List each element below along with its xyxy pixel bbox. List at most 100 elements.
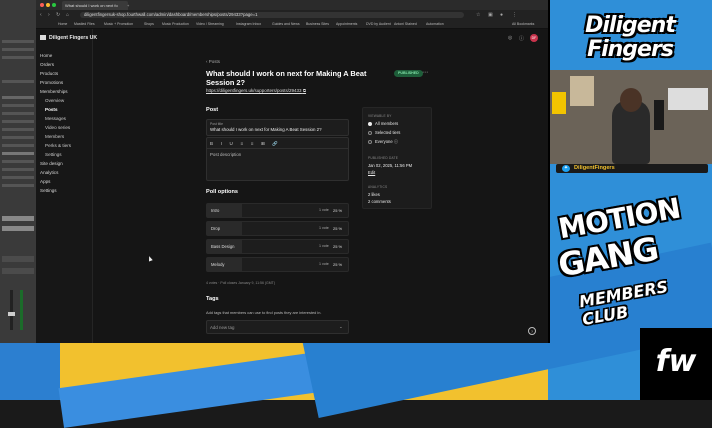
- post-link[interactable]: https://diligentfingers.uk/supporters/po…: [206, 88, 306, 93]
- brand-name: Diligent Fingers UK: [49, 35, 98, 41]
- sidebar-item-video-series[interactable]: Video series: [45, 125, 70, 130]
- view-site-icon[interactable]: ◎: [508, 35, 512, 41]
- bookmark-item[interactable]: Home: [58, 21, 67, 27]
- title-field[interactable]: Post title What should I work on next fo…: [206, 119, 349, 136]
- bookmark-item[interactable]: Shops: [144, 21, 154, 27]
- bookmark-item[interactable]: Antoni Stained: [394, 21, 417, 27]
- sidebar-item-orders[interactable]: Orders: [40, 62, 54, 67]
- sidebar-item-settings[interactable]: Settings: [40, 188, 57, 193]
- tags-input[interactable]: Add new tag ⌄: [206, 320, 349, 334]
- poll-option-label: Intro: [211, 208, 220, 213]
- description-editor[interactable]: B I U ≡ ≡ ⊞ 🔗 Post description: [206, 137, 349, 181]
- daw-track: [2, 160, 34, 163]
- fourthwall-badge: fw: [640, 328, 712, 400]
- back-icon[interactable]: ‹: [40, 12, 42, 18]
- edit-date-link[interactable]: Edit: [368, 170, 375, 175]
- minimize-window-icon[interactable]: [46, 3, 50, 7]
- help-button[interactable]: ?: [528, 327, 536, 335]
- poll-option-label: Melody: [211, 262, 225, 267]
- radio-selected-tiers[interactable]: Selected tiers: [368, 130, 400, 135]
- daw-plugin-slot[interactable]: [2, 226, 34, 231]
- post-link-text: https://diligentfingers.uk/supporters/po…: [206, 88, 302, 93]
- brand[interactable]: Diligent Fingers UK: [40, 35, 97, 41]
- bookmark-star-icon[interactable]: ☆: [476, 12, 480, 18]
- sidebar-item-membership-settings[interactable]: Settings: [45, 152, 62, 157]
- sidebar-item-messages[interactable]: Messages: [45, 116, 66, 121]
- title-field-value: What should I work on next for Making A …: [210, 127, 322, 132]
- radio-label: Selected tiers: [375, 130, 401, 135]
- bookmark-item[interactable]: Video / Streaming: [196, 21, 224, 27]
- url-input[interactable]: diligentfingersuk-shop.fourthwall.com/ad…: [80, 12, 464, 18]
- radio-icon: [368, 130, 372, 135]
- help-circle-icon[interactable]: ⓘ: [519, 35, 524, 42]
- sidebar-item-memberships[interactable]: Memberships: [40, 89, 68, 94]
- daw-fader-track[interactable]: [10, 290, 13, 330]
- reload-icon[interactable]: ↻: [56, 12, 60, 18]
- profile-icon[interactable]: ●: [500, 12, 503, 18]
- published-date-value: Jan 02, 2025, 11:56 PM: [368, 163, 413, 168]
- chevron-down-icon[interactable]: ⌄: [339, 324, 343, 330]
- fw-logo-text: fw: [655, 344, 697, 379]
- forward-icon[interactable]: ›: [48, 12, 50, 18]
- sidebar-item-analytics[interactable]: Analytics: [40, 170, 58, 175]
- flag: [552, 92, 566, 114]
- sidebar-item-promotions[interactable]: Promotions: [40, 80, 63, 85]
- close-window-icon[interactable]: [40, 3, 44, 7]
- maximize-window-icon[interactable]: [52, 3, 56, 7]
- post-section-title: Post: [206, 107, 219, 113]
- bookmark-item[interactable]: DVD by Audient: [366, 21, 391, 27]
- webcam-feed: [550, 70, 712, 164]
- bookmark-item[interactable]: Instagram Inbox: [236, 21, 261, 27]
- radio-label: All members: [375, 121, 399, 126]
- breadcrumb-label: Posts: [208, 59, 221, 64]
- tab-active[interactable]: What should I work on next fo: [62, 1, 128, 10]
- bookmark-item[interactable]: Mastled Files: [74, 21, 95, 27]
- radio-icon: [368, 121, 372, 126]
- bookmark-item[interactable]: Music + Promotion: [104, 21, 133, 27]
- bookmarks-bar: Home Mastled Files Music + Promotion Sho…: [36, 20, 548, 29]
- fourthwall-logo-icon: [40, 35, 46, 41]
- daw-plugin-slot[interactable]: [2, 216, 34, 221]
- extensions-icon[interactable]: ▣: [488, 12, 493, 18]
- sidebar-item-home[interactable]: Home: [40, 53, 52, 58]
- sidebar-item-site-design[interactable]: Site design: [40, 161, 63, 166]
- editor-toolbar[interactable]: B I U ≡ ≡ ⊞ 🔗: [210, 141, 281, 147]
- bookmark-item[interactable]: Appointments: [336, 21, 357, 27]
- home-icon[interactable]: ⌂: [66, 12, 69, 18]
- copy-icon[interactable]: ⧉: [303, 88, 306, 93]
- status-badge: PUBLISHED: [394, 70, 423, 77]
- divider: [207, 148, 348, 149]
- bookmark-item[interactable]: All Bookmarks: [512, 21, 534, 27]
- daw-fader-handle[interactable]: [8, 312, 15, 316]
- sidebar-item-posts[interactable]: Posts: [45, 107, 58, 112]
- new-tab-icon[interactable]: +: [124, 1, 136, 10]
- sidebar-item-members[interactable]: Members: [45, 134, 64, 139]
- poll-option-label: Bass Design: [211, 244, 235, 249]
- daw-send[interactable]: [2, 268, 34, 274]
- radio-everyone[interactable]: Everyone ⓘ: [368, 139, 398, 145]
- bookmark-item[interactable]: Music Production: [162, 21, 189, 27]
- post-settings-panel: VIEWABLE BY All members Selected tiers E…: [362, 107, 432, 209]
- bookmark-item[interactable]: Automation: [426, 21, 444, 27]
- poll-section-title: Poll options: [206, 189, 239, 195]
- avatar[interactable]: DF: [530, 34, 538, 42]
- sidebar-item-overview[interactable]: Overview: [45, 98, 64, 103]
- sidebar-item-perks-tiers[interactable]: Perks & tiers: [45, 143, 71, 148]
- bookmark-item[interactable]: Business Sites: [306, 21, 329, 27]
- fourthwall-dashboard: Diligent Fingers UK Home Orders Products…: [36, 29, 548, 343]
- sidebar-item-products[interactable]: Products: [40, 71, 58, 76]
- logo-text: Diligent Fingers: [585, 13, 676, 62]
- poll-meta: 4 votes · Poll closes January 9, 11:56 (…: [206, 281, 275, 285]
- daw-send[interactable]: [2, 256, 34, 262]
- daw-level-meter: [20, 290, 23, 330]
- bookmark-item[interactable]: Guides and News: [272, 21, 300, 27]
- menu-icon[interactable]: ⋮: [512, 12, 517, 18]
- sidebar-item-apps[interactable]: Apps: [40, 179, 50, 184]
- more-options-icon[interactable]: ⋯: [422, 69, 428, 76]
- wall-poster: [668, 88, 708, 110]
- poll-option-percent: 25 %: [333, 208, 343, 213]
- radio-all-members[interactable]: All members: [368, 121, 398, 126]
- tab-bar: What should I work on next fo +: [36, 0, 548, 10]
- breadcrumb[interactable]: ‹ Posts: [206, 59, 220, 64]
- daw-track: [2, 120, 34, 123]
